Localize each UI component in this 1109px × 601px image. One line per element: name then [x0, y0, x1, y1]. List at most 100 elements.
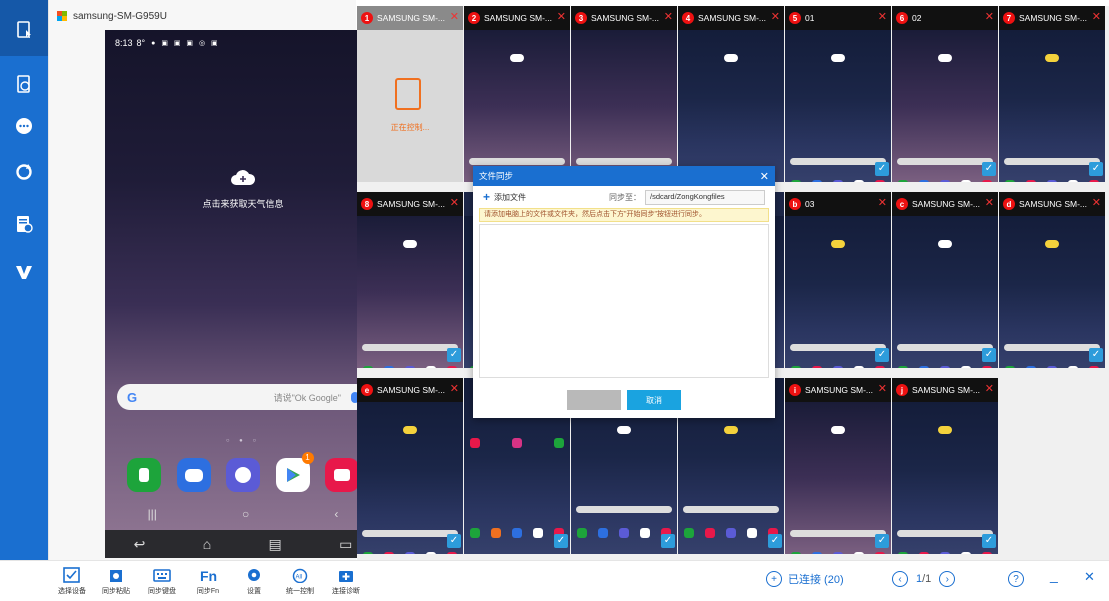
device-tile[interactable]: ✓ 8 SAMSUNG SM-... ✕: [357, 192, 463, 368]
checkbox[interactable]: ✓: [1089, 162, 1103, 176]
mirror-recent-icon[interactable]: ▭: [339, 536, 352, 553]
checkbox[interactable]: ✓: [1089, 348, 1103, 362]
add-file-button[interactable]: + 添加文件: [483, 190, 526, 204]
device-tile[interactable]: 4 SAMSUNG SM-... ✕: [678, 6, 784, 182]
phone-mirror[interactable]: 8:13 8° ● ▣ ▣ ▣ ◎ ▣ ◢ 点击来获取天气信息 G 请说"Ok …: [105, 30, 381, 558]
close-icon[interactable]: ✕: [557, 10, 566, 23]
tile-screen[interactable]: ✓: [785, 30, 891, 182]
checkbox[interactable]: ✓: [982, 534, 996, 548]
device-tile[interactable]: ✓ e SAMSUNG SM-... ✕: [357, 378, 463, 554]
tile-screen[interactable]: ✓: [892, 30, 998, 182]
unified-control-button[interactable]: All 统一控制: [280, 567, 320, 596]
phone-app-icon[interactable]: [127, 458, 161, 492]
checkbox[interactable]: ✓: [982, 348, 996, 362]
device-tile[interactable]: ✓ i SAMSUNG SM-... ✕: [785, 378, 891, 554]
close-icon[interactable]: ✕: [450, 382, 459, 395]
device-tile[interactable]: ✓ 5 01 ✕: [785, 6, 891, 182]
close-icon[interactable]: ✕: [771, 10, 780, 23]
back-icon[interactable]: ‹: [334, 507, 338, 521]
sync-clipboard-button[interactable]: 同步粘贴: [96, 567, 136, 596]
tile-screen[interactable]: ✓: [892, 402, 998, 554]
play-store-icon[interactable]: 1: [275, 452, 314, 492]
tile-number-badge: c: [896, 198, 908, 210]
camera-app-icon[interactable]: [325, 458, 359, 492]
tile-screen[interactable]: [571, 30, 677, 182]
cancel-button[interactable]: 取消: [627, 390, 681, 410]
sync-path-field[interactable]: /sdcard/ZongKongfiles: [645, 189, 765, 205]
prev-page-icon[interactable]: ‹: [892, 571, 908, 587]
close-icon[interactable]: ✕: [450, 10, 459, 23]
tile-screen[interactable]: ✓: [892, 216, 998, 368]
tile-screen[interactable]: ✓: [999, 216, 1105, 368]
close-icon[interactable]: ✕: [985, 10, 994, 23]
sidebar-item-devices[interactable]: [8, 14, 40, 46]
close-icon[interactable]: ✕: [1092, 10, 1101, 23]
tile-dock: [791, 552, 885, 554]
checkbox[interactable]: ✓: [554, 534, 568, 548]
add-device-icon[interactable]: +: [766, 571, 782, 587]
tile-number-badge: 3: [575, 12, 587, 24]
mirror-menu-icon[interactable]: ▤: [269, 536, 282, 553]
checkbox[interactable]: ✓: [447, 348, 461, 362]
close-icon[interactable]: ✕: [664, 10, 673, 23]
next-page-icon[interactable]: ›: [939, 571, 956, 587]
close-icon[interactable]: ✕: [878, 382, 887, 395]
checkbox[interactable]: ✓: [447, 534, 461, 548]
checkbox[interactable]: ✓: [875, 534, 889, 548]
sync-fn-button[interactable]: Fn 同步Fn: [188, 567, 228, 596]
device-tile[interactable]: ✓ c SAMSUNG SM-... ✕: [892, 192, 998, 368]
settings-button[interactable]: 设置: [234, 567, 274, 596]
sidebar-item-messages[interactable]: [8, 110, 40, 142]
close-icon[interactable]: ✕: [450, 196, 459, 209]
minimize-icon[interactable]: _: [1050, 567, 1058, 583]
sidebar-item-files[interactable]: [8, 208, 40, 240]
tile-screen[interactable]: ✓: [999, 30, 1105, 182]
close-icon[interactable]: ✕: [878, 10, 887, 23]
home-icon[interactable]: ○: [242, 507, 249, 521]
sidebar-item-sync[interactable]: [8, 156, 40, 188]
google-search-bar[interactable]: G 请说"Ok Google": [117, 384, 369, 410]
close-icon[interactable]: ✕: [985, 196, 994, 209]
help-icon[interactable]: ?: [1008, 571, 1024, 587]
close-icon[interactable]: ✕: [1092, 196, 1101, 209]
close-icon[interactable]: ✕: [878, 196, 887, 209]
device-tile[interactable]: 3 SAMSUNG SM-... ✕: [571, 6, 677, 182]
device-tile[interactable]: ✓ d SAMSUNG SM-... ✕: [999, 192, 1105, 368]
internet-app-icon[interactable]: [226, 458, 260, 492]
device-tile[interactable]: ✓ 6 02 ✕: [892, 6, 998, 182]
device-tile[interactable]: ✓ j SAMSUNG SM-... ✕: [892, 378, 998, 554]
checkbox[interactable]: ✓: [875, 348, 889, 362]
diagnose-button[interactable]: 连接诊断: [326, 567, 366, 596]
tile-screen[interactable]: [678, 30, 784, 182]
sidebar-item-info[interactable]: [8, 68, 40, 100]
messages-app-icon[interactable]: [176, 458, 211, 492]
close-icon[interactable]: ✕: [1084, 569, 1095, 585]
device-tile[interactable]: 1 SAMSUNG SM-... ✕ 正在控制...: [357, 6, 463, 182]
close-icon[interactable]: ✕: [760, 170, 769, 183]
device-tile[interactable]: ✓ 7 SAMSUNG SM-... ✕: [999, 6, 1105, 182]
start-sync-button[interactable]: [567, 390, 621, 410]
checkbox[interactable]: ✓: [982, 162, 996, 176]
checkbox[interactable]: ✓: [661, 534, 675, 548]
tile-screen[interactable]: ✓: [785, 402, 891, 554]
file-list[interactable]: [479, 224, 769, 378]
tile-screen[interactable]: ✓: [357, 402, 463, 554]
sync-keyboard-button[interactable]: 同步键盘: [142, 567, 182, 596]
tile-screen[interactable]: ✓: [785, 216, 891, 368]
mirror-home-icon[interactable]: ⌂: [203, 536, 211, 552]
device-tile[interactable]: ✓ b 03 ✕: [785, 192, 891, 368]
phone-screen[interactable]: 8:13 8° ● ▣ ▣ ▣ ◎ ▣ ◢ 点击来获取天气信息 G 请说"Ok …: [105, 30, 381, 530]
weather-icon: [1045, 240, 1059, 248]
tile-screen[interactable]: [464, 30, 570, 182]
recents-icon[interactable]: |||: [148, 507, 157, 521]
sidebar-item-brand[interactable]: [8, 256, 40, 288]
device-tile[interactable]: 2 SAMSUNG SM-... ✕: [464, 6, 570, 182]
dialog-toolbar: + 添加文件 同步至： /sdcard/ZongKongfiles: [473, 186, 775, 208]
close-icon[interactable]: ✕: [985, 382, 994, 395]
mirror-back-icon[interactable]: ↩: [134, 536, 146, 553]
checkbox[interactable]: ✓: [768, 534, 782, 548]
tile-screen[interactable]: ✓: [357, 216, 463, 368]
checkbox[interactable]: ✓: [875, 162, 889, 176]
weather-widget[interactable]: 点击来获取天气信息: [105, 168, 381, 212]
select-device-button[interactable]: 选择设备: [52, 567, 92, 596]
